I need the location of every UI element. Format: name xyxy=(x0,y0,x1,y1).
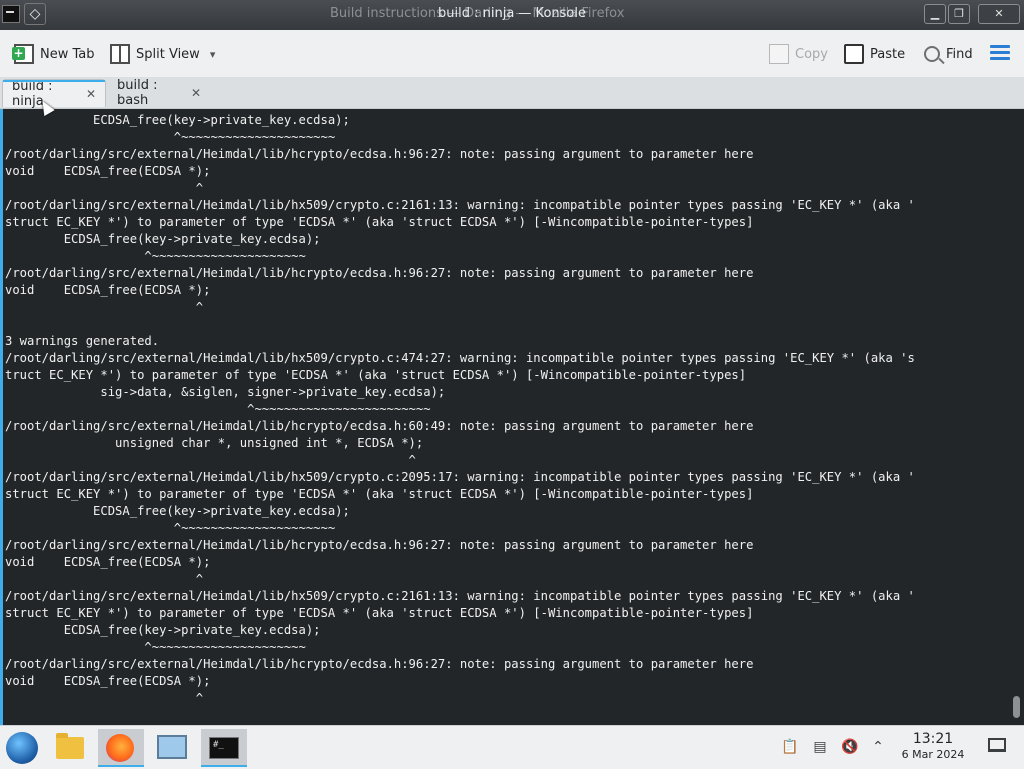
terminal-line: /root/darling/src/external/Heimdal/lib/h… xyxy=(5,657,754,671)
clock-time[interactable]: 13:21 xyxy=(899,731,967,747)
terminal-line: struct EC_KEY *') to parameter of type '… xyxy=(5,606,754,620)
chevron-up-icon[interactable]: ⌃ xyxy=(869,738,887,756)
copy-icon xyxy=(769,44,789,64)
terminal-line: unsigned char *, unsigned int *, ECDSA *… xyxy=(5,436,424,450)
konsole-icon: #_ xyxy=(209,737,239,759)
notes-icon[interactable]: ▤ xyxy=(811,738,829,756)
tab-bar: build : ninja ✕ build : bash ✕ xyxy=(0,77,1024,109)
terminal-line: void ECDSA_free(ECDSA *); xyxy=(5,555,211,569)
clipboard-icon[interactable]: 📋 xyxy=(781,738,799,756)
show-desktop-icon[interactable] xyxy=(988,738,1006,752)
new-tab-icon xyxy=(12,44,34,64)
tab-build-bash[interactable]: build : bash ✕ xyxy=(108,78,210,108)
new-tab-label: New Tab xyxy=(40,46,95,62)
terminal-line: void ECDSA_free(ECDSA *); xyxy=(5,674,211,688)
terminal-line: ^ xyxy=(5,181,204,195)
split-view-icon xyxy=(110,44,130,64)
terminal-line: ECDSA_free(key->private_key.ecdsa); xyxy=(5,113,350,127)
paste-button[interactable]: Paste xyxy=(844,42,905,66)
terminal-line: /root/darling/src/external/Heimdal/lib/h… xyxy=(5,351,915,365)
file-manager-button[interactable] xyxy=(48,729,94,767)
terminal-line: ECDSA_free(key->private_key.ecdsa); xyxy=(5,623,321,637)
new-tab-button[interactable]: New Tab xyxy=(12,42,95,66)
close-tab-icon[interactable]: ✕ xyxy=(191,86,201,100)
firefox-icon xyxy=(106,734,134,762)
search-icon xyxy=(924,46,940,62)
terminal-line: ^ xyxy=(5,572,204,586)
window-title: build : ninja — Konsole xyxy=(438,6,586,21)
terminal-line: ^~~~~~~~~~~~~~~~~~~~~~ xyxy=(5,521,336,535)
toolbar: New Tab Split View ▾ Copy Paste Find xyxy=(0,30,1024,78)
terminal-line: ^~~~~~~~~~~~~~~~~~~~~~ xyxy=(5,130,336,144)
terminal-line: ECDSA_free(key->private_key.ecdsa); xyxy=(5,504,350,518)
firefox-button[interactable] xyxy=(98,729,144,767)
volume-muted-icon[interactable]: 🔇 xyxy=(841,738,859,756)
maximize-button[interactable]: ❐ xyxy=(948,4,970,24)
terminal-line: ^ xyxy=(5,691,204,705)
terminal-line: 3 warnings generated. xyxy=(5,334,160,348)
system-settings-icon xyxy=(157,735,187,759)
hamburger-menu-icon[interactable] xyxy=(990,45,1010,61)
minimize-button[interactable]: ▁ xyxy=(924,4,946,24)
split-view-button[interactable]: Split View ▾ xyxy=(110,42,215,66)
terminal-line: ^~~~~~~~~~~~~~~~~~~~~~ xyxy=(5,249,306,263)
start-menu-icon xyxy=(6,732,38,764)
terminal-line: /root/darling/src/external/Heimdal/lib/h… xyxy=(5,266,754,280)
taskbar: #_ 📋 ▤ 🔇 ⌃ 13:21 6 Mar 2024 xyxy=(0,725,1024,769)
terminal-line: void ECDSA_free(ECDSA *); xyxy=(5,164,211,178)
split-view-label: Split View xyxy=(136,46,200,62)
tab-label: build : bash xyxy=(117,78,158,108)
paste-label: Paste xyxy=(870,46,906,62)
close-button[interactable]: ✕ xyxy=(978,4,1020,24)
terminal-line: struct EC_KEY *') to parameter of type '… xyxy=(5,215,754,229)
terminal-line: struct EC_KEY *') to parameter of type '… xyxy=(5,487,754,501)
terminal-line: truct EC_KEY *') to parameter of type 'E… xyxy=(5,368,747,382)
terminal-line: /root/darling/src/external/Heimdal/lib/h… xyxy=(5,419,754,433)
terminal-view[interactable]: ECDSA_free(key->private_key.ecdsa); ^~~~… xyxy=(0,109,1024,756)
terminal-line: /root/darling/src/external/Heimdal/lib/h… xyxy=(5,538,754,552)
chevron-down-icon[interactable]: ▾ xyxy=(210,48,216,61)
terminal-line: /root/darling/src/external/Heimdal/lib/h… xyxy=(5,198,915,212)
system-settings-button[interactable] xyxy=(150,729,196,767)
copy-button[interactable]: Copy xyxy=(769,42,828,66)
scrollbar[interactable] xyxy=(1013,696,1020,718)
clock-date[interactable]: 6 Mar 2024 xyxy=(892,748,974,761)
find-button[interactable]: Find xyxy=(924,42,973,66)
terminal-line: sig->data, &siglen, signer->private_key.… xyxy=(5,385,446,399)
terminal-line: /root/darling/src/external/Heimdal/lib/h… xyxy=(5,147,754,161)
copy-label: Copy xyxy=(795,46,828,62)
paste-icon xyxy=(844,44,864,64)
terminal-line: /root/darling/src/external/Heimdal/lib/h… xyxy=(5,470,915,484)
close-tab-icon[interactable]: ✕ xyxy=(86,87,96,101)
terminal-line: ^ xyxy=(5,453,416,467)
terminal-line: ECDSA_free(key->private_key.ecdsa); xyxy=(5,232,321,246)
tab-build-ninja[interactable]: build : ninja ✕ xyxy=(2,79,106,109)
terminal-output[interactable]: ECDSA_free(key->private_key.ecdsa); ^~~~… xyxy=(5,112,1002,758)
terminal-line: void ECDSA_free(ECDSA *); xyxy=(5,283,211,297)
terminal-line: ^~~~~~~~~~~~~~~~~~~~~~~~~ xyxy=(5,402,431,416)
file-manager-icon xyxy=(56,733,84,759)
terminal-line: ^ xyxy=(5,300,204,314)
terminal-line: /root/darling/src/external/Heimdal/lib/h… xyxy=(5,589,915,603)
window-titlebar[interactable]: ◇ Build instructions — Darling — Mozilla… xyxy=(0,0,1024,30)
terminal-line: ^~~~~~~~~~~~~~~~~~~~~~ xyxy=(5,640,306,654)
konsole-button[interactable]: #_ xyxy=(201,729,247,767)
start-menu-button[interactable] xyxy=(0,729,46,767)
find-label: Find xyxy=(946,46,973,62)
